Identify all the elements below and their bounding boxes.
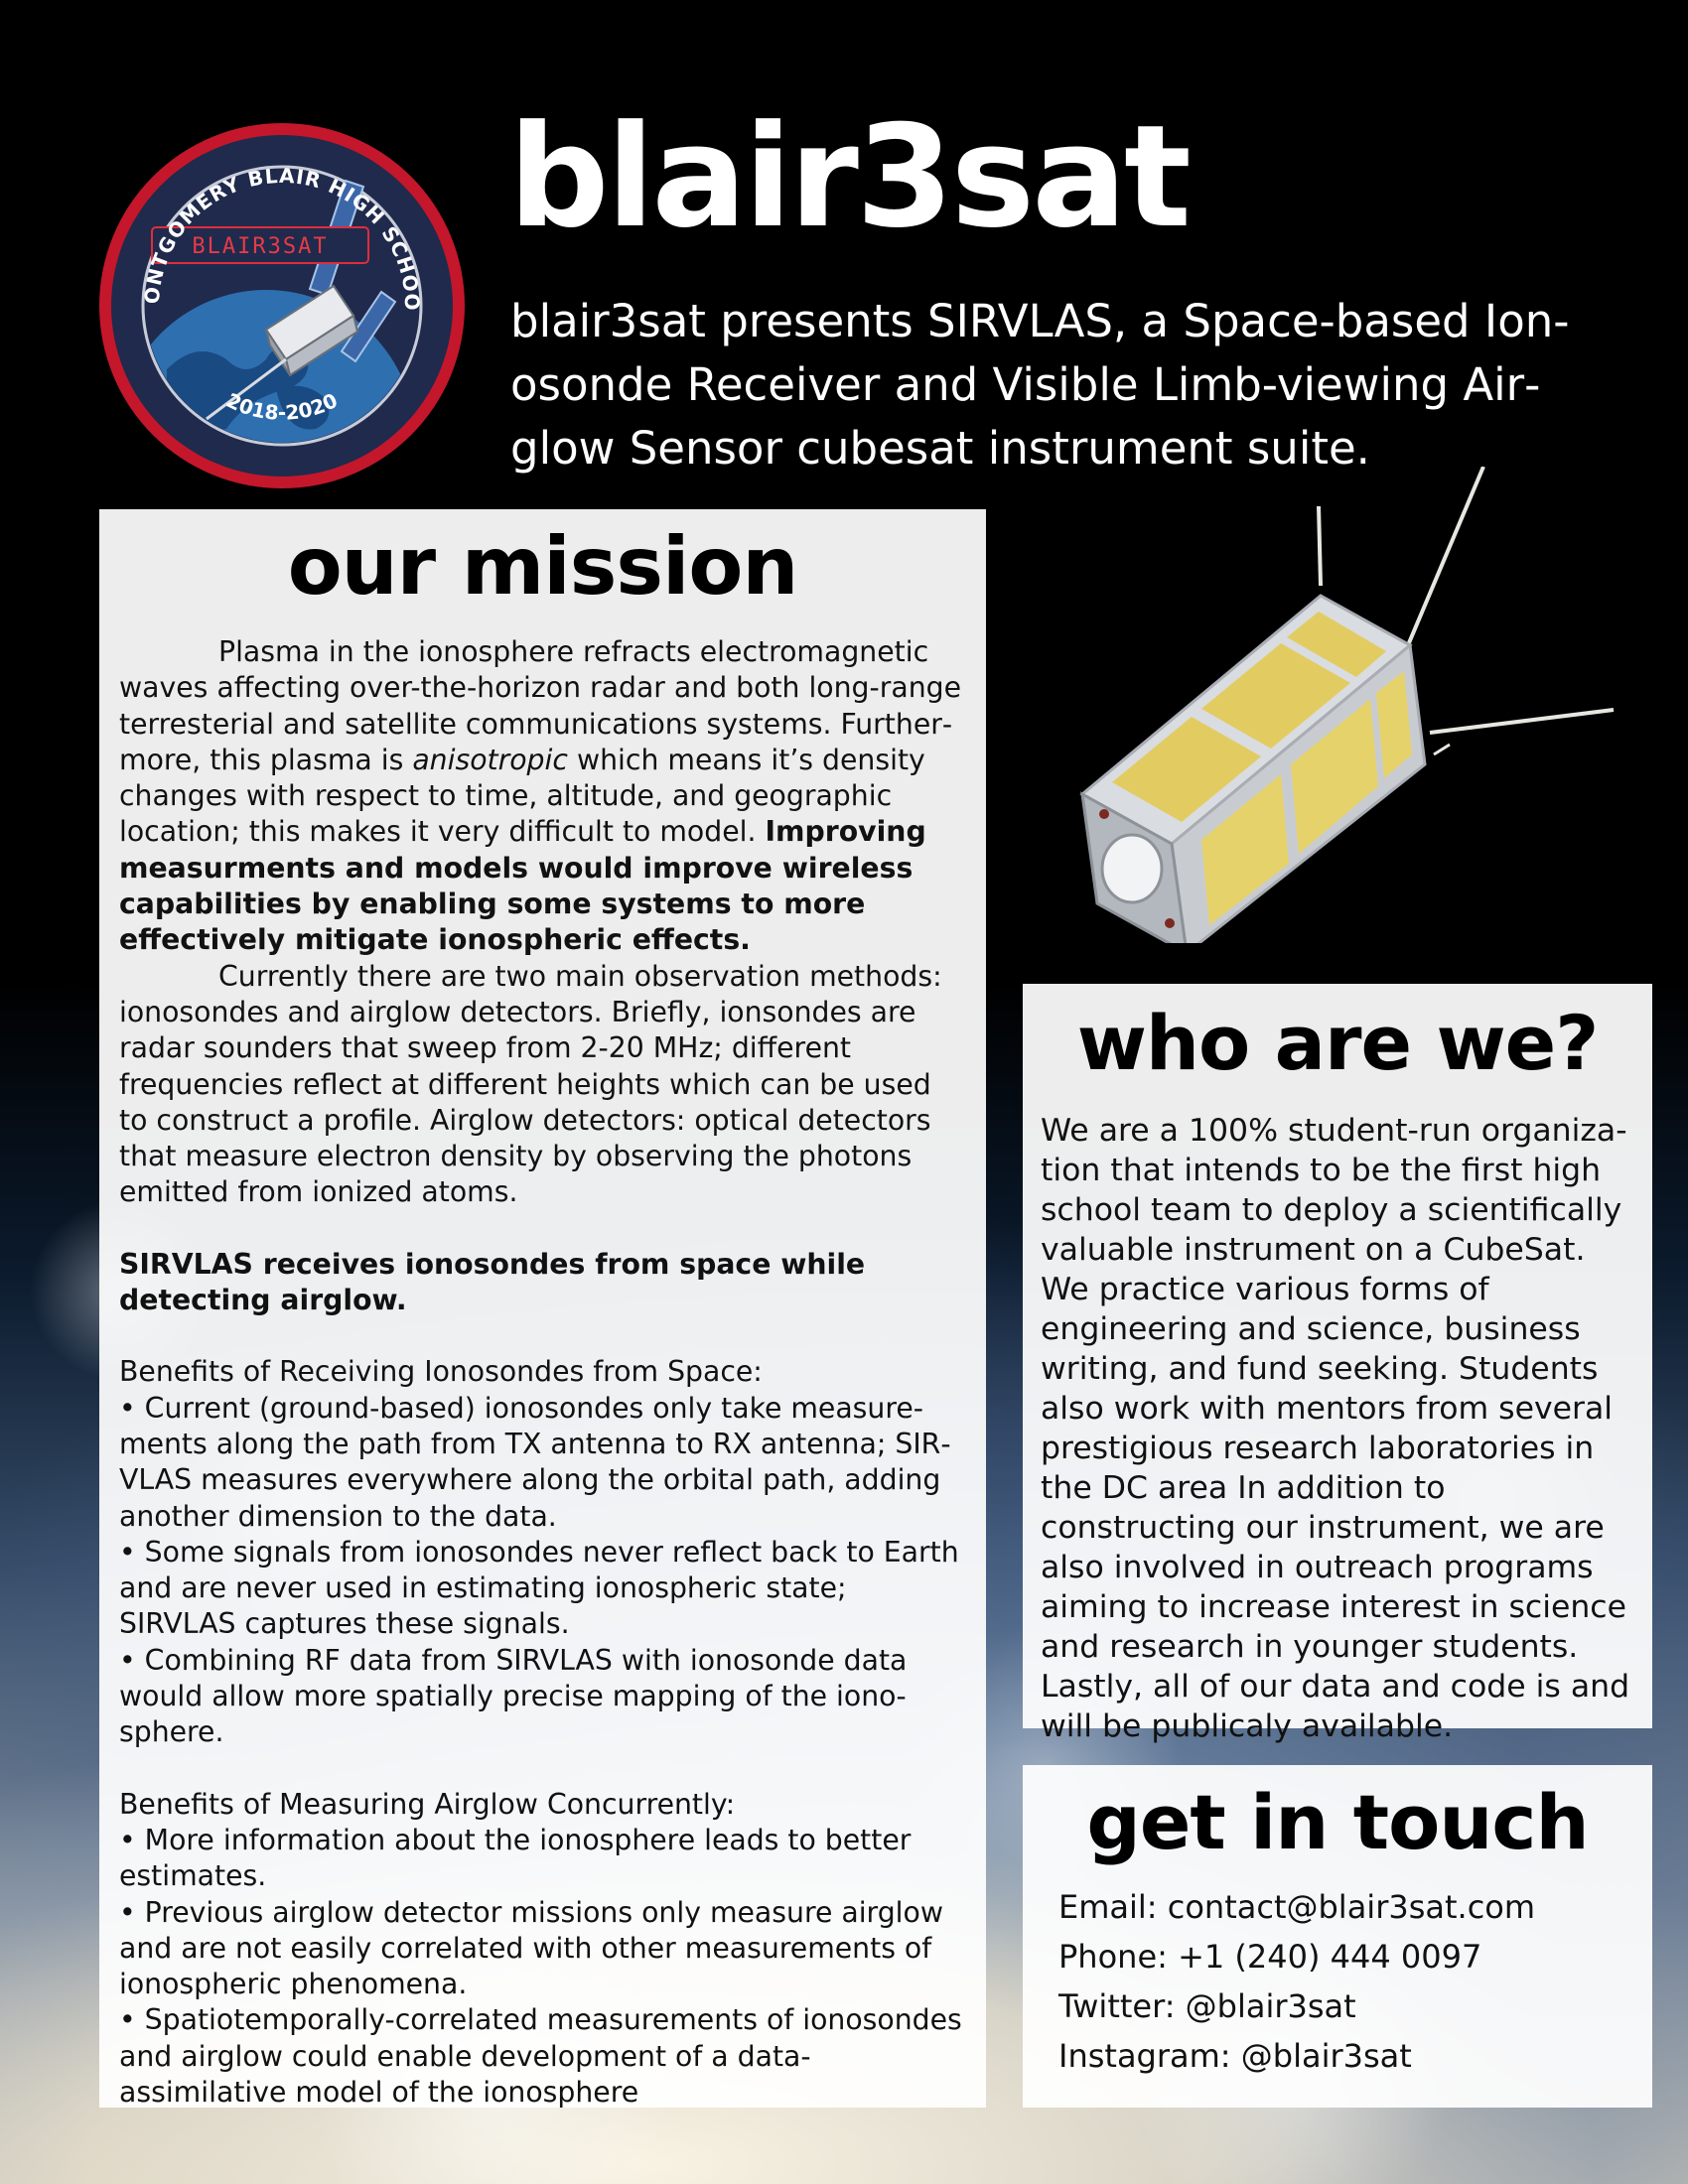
contact-email[interactable]: Email: contact@blair3sat.com bbox=[1058, 1882, 1617, 1932]
list-item: • Some signals from ionosondes never ref… bbox=[119, 1535, 959, 1641]
contact-list: Email: contact@blair3sat.com Phone: +1 (… bbox=[1058, 1882, 1617, 2081]
list-item: • Current (ground-based) ionosondes only… bbox=[119, 1391, 951, 1533]
mission-paragraph-2: Currently there are two main observation… bbox=[119, 959, 942, 1209]
list-item: • More information about the ionosphere … bbox=[119, 1823, 912, 1893]
contact-panel: get in touch Email: contact@blair3sat.co… bbox=[1023, 1765, 1652, 2108]
contact-phone[interactable]: Phone: +1 (240) 444 0097 bbox=[1058, 1932, 1617, 1981]
benefits-airglow-title: Benefits of Measuring Airglow Concurrent… bbox=[119, 1787, 736, 1821]
mission-summary: SIRVLAS receives ionosondes from space w… bbox=[119, 1247, 866, 1317]
antenna bbox=[1317, 505, 1323, 587]
mission-body: Plasma in the ionosphere refracts electr… bbox=[119, 634, 966, 2111]
camera-lens bbox=[1100, 833, 1164, 904]
cubesat-illustration bbox=[1079, 467, 1615, 943]
mission-patch-logo: BLAIR3SAT MONTGOMERY BLAIR HIGH SCHOOL 2… bbox=[97, 121, 465, 488]
list-item: • Previous airglow detector missions onl… bbox=[119, 1895, 943, 2001]
page-subtitle: blair3sat presents SIRVLAS, a Space-base… bbox=[510, 295, 1570, 475]
antenna bbox=[1429, 708, 1615, 735]
mission-paragraph-1: Plasma in the ionosphere refracts electr… bbox=[119, 635, 962, 957]
benefits-ionosondes-title: Benefits of Receiving Ionosondes from Sp… bbox=[119, 1355, 763, 1389]
list-item: • Combining RF data from SIRVLAS with io… bbox=[119, 1643, 908, 1749]
contact-instagram[interactable]: Instagram: @blair3sat bbox=[1058, 2031, 1617, 2081]
mission-panel: our mission Plasma in the ionosphere ref… bbox=[99, 509, 986, 2111]
mission-heading: our mission bbox=[287, 520, 799, 613]
page-title: blair3sat bbox=[508, 95, 1192, 259]
who-heading: who are we? bbox=[1076, 999, 1600, 1087]
contact-heading: get in touch bbox=[1086, 1778, 1589, 1866]
contact-twitter[interactable]: Twitter: @blair3sat bbox=[1058, 1981, 1617, 2031]
who-are-we-panel: who are we? We are a 100% student-run or… bbox=[1023, 984, 1652, 1744]
antenna bbox=[1406, 467, 1485, 646]
list-item: • Spatiotemporally-correlated measuremen… bbox=[119, 2003, 962, 2109]
patch-badge-text: BLAIR3SAT bbox=[192, 234, 328, 259]
who-body: We are a 100% student-run organiza­tion … bbox=[1041, 1113, 1630, 1744]
